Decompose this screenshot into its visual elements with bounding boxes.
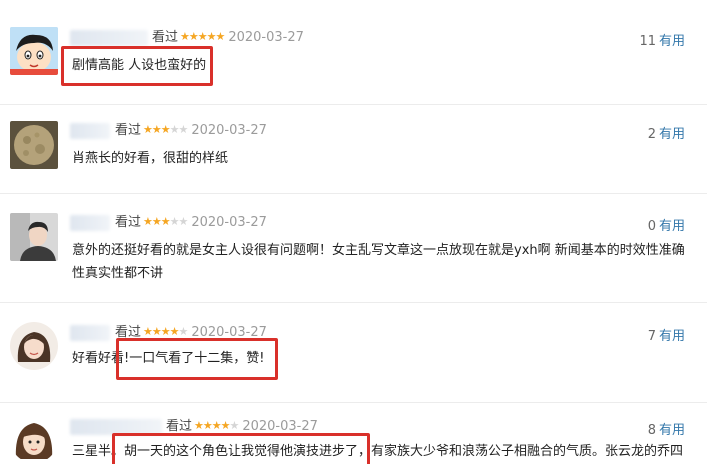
- avatar[interactable]: [10, 415, 58, 463]
- rating-stars: ★★★★★: [143, 123, 188, 136]
- useful-count: 8: [647, 423, 656, 438]
- woman-photo-avatar-icon: [10, 322, 58, 370]
- review-text: 肖燕长的好看，很甜的样纸: [72, 151, 229, 166]
- watched-status: 看过: [115, 123, 142, 138]
- useful-count: 0: [647, 219, 656, 234]
- useful-vote[interactable]: 0 有用: [648, 215, 685, 234]
- watched-status: 看过: [115, 215, 142, 230]
- divider: [0, 104, 707, 105]
- useful-count: 11: [639, 34, 656, 49]
- divider: [0, 302, 707, 303]
- divider: [0, 193, 707, 194]
- divider: [0, 402, 707, 403]
- rating-stars: ★★★★★: [180, 30, 225, 43]
- useful-link[interactable]: 有用: [659, 34, 685, 49]
- moon-photo-avatar-icon: [10, 121, 58, 169]
- useful-link[interactable]: 有用: [659, 423, 685, 438]
- username-redacted[interactable]: [70, 30, 148, 46]
- review-meta: 看过 ★★★★★ 2020-03-27: [152, 30, 304, 46]
- useful-count: 7: [647, 329, 656, 344]
- review-text-line: 意外的还挺好看的就是女主人设很有问题啊！女主乱写文章这一点放现在就是yxh啊 新…: [72, 243, 685, 258]
- avatar[interactable]: [10, 121, 58, 169]
- review-date: 2020-03-27: [228, 30, 304, 45]
- highlight-box: [116, 338, 278, 380]
- rating-stars: ★★★★★: [194, 419, 239, 432]
- username-redacted[interactable]: [70, 215, 110, 231]
- rating-stars: ★★★★★: [143, 215, 188, 228]
- man-photo-avatar-icon: [10, 213, 58, 261]
- review-text-line: 性真实性都不讲: [72, 266, 164, 281]
- watched-status: 看过: [152, 30, 179, 45]
- avatar[interactable]: [10, 322, 58, 370]
- review-date: 2020-03-27: [191, 215, 267, 230]
- useful-link[interactable]: 有用: [659, 127, 685, 142]
- useful-vote[interactable]: 2 有用: [648, 123, 685, 142]
- useful-vote[interactable]: 11 有用: [639, 30, 685, 49]
- review-date: 2020-03-27: [242, 419, 318, 434]
- avatar[interactable]: [10, 27, 58, 75]
- cartoon-boy-avatar-icon: [10, 27, 58, 75]
- review-meta: 看过 ★★★★★ 2020-03-27: [115, 215, 267, 231]
- username-redacted[interactable]: [70, 325, 110, 341]
- username-redacted[interactable]: [70, 123, 110, 139]
- highlight-box: [112, 433, 370, 464]
- useful-link[interactable]: 有用: [659, 219, 685, 234]
- avatar[interactable]: [10, 213, 58, 261]
- cartoon-girl-avatar-icon: [10, 415, 58, 463]
- useful-link[interactable]: 有用: [659, 329, 685, 344]
- highlight-box: [61, 46, 213, 86]
- useful-vote[interactable]: 7 有用: [648, 325, 685, 344]
- useful-count: 2: [647, 127, 656, 142]
- watched-status: 看过: [166, 419, 193, 434]
- review-date: 2020-03-27: [191, 123, 267, 138]
- useful-vote[interactable]: 8 有用: [648, 419, 685, 438]
- review-meta: 看过 ★★★★★ 2020-03-27: [115, 123, 267, 139]
